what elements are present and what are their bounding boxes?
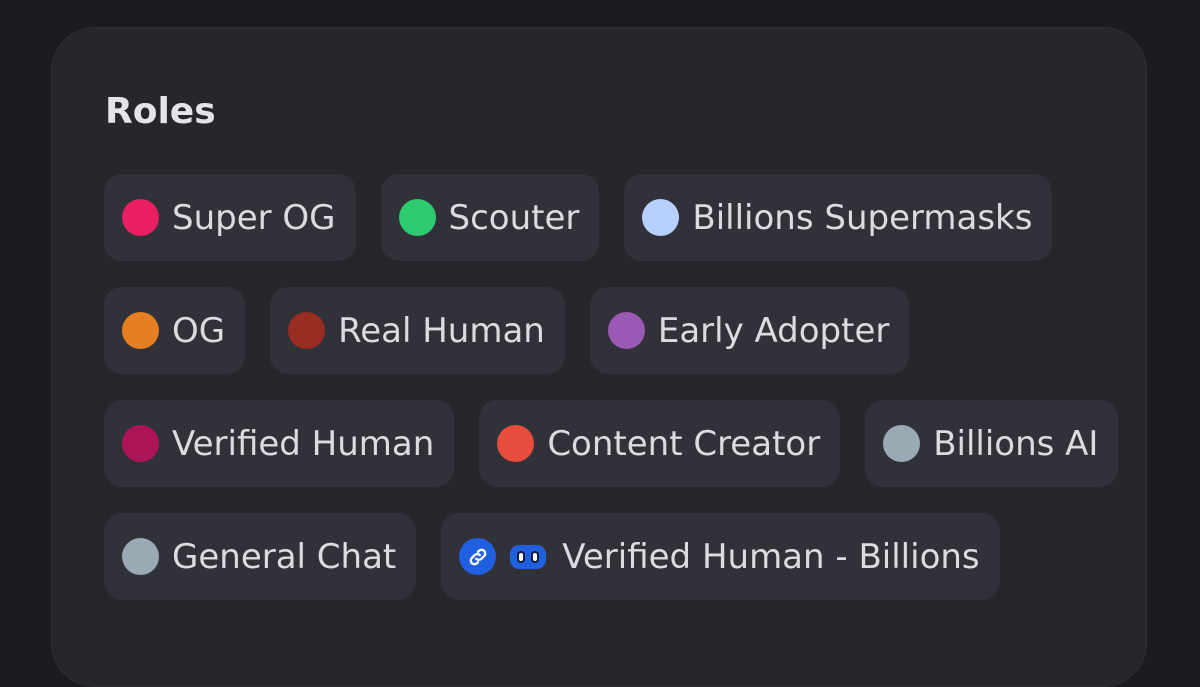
- role-pill-early-adopter[interactable]: Early Adopter: [589, 287, 910, 374]
- role-color-dot: [122, 425, 159, 462]
- role-label: Early Adopter: [657, 310, 890, 351]
- role-color-dot: [398, 199, 436, 236]
- mask-icon: [508, 542, 548, 572]
- role-pill-super-og[interactable]: Super OG: [104, 174, 356, 261]
- role-label: General Chat: [172, 536, 397, 577]
- role-pill-real-human[interactable]: Real Human: [270, 287, 565, 374]
- role-label: Real Human: [338, 310, 545, 351]
- role-label: Content Creator: [547, 423, 821, 464]
- role-pill-billions-supermasks[interactable]: Billions Supermasks: [624, 174, 1053, 261]
- link-icon: [459, 538, 497, 575]
- role-color-dot: [497, 425, 535, 462]
- role-pill-scouter[interactable]: Scouter: [380, 174, 600, 261]
- role-pill-general-chat[interactable]: General Chat: [104, 513, 417, 600]
- role-label: Scouter: [448, 197, 580, 238]
- roles-list: Super OG Scouter Billions Supermasks OG …: [104, 174, 1119, 626]
- role-label: OG: [172, 310, 226, 351]
- role-pill-verified-human-billions[interactable]: Verified Human - Billions: [441, 513, 1000, 600]
- role-color-dot: [122, 312, 159, 349]
- role-color-dot: [288, 312, 326, 349]
- roles-row: General Chat Verified Human - Billions: [104, 513, 1114, 600]
- role-pill-billions-ai[interactable]: Billions AI: [865, 400, 1119, 487]
- role-label: Billions AI: [933, 423, 1099, 464]
- role-label: Billions Supermasks: [692, 197, 1033, 238]
- role-pill-og[interactable]: OG: [104, 287, 246, 374]
- role-pill-verified-human[interactable]: Verified Human: [104, 400, 455, 487]
- role-color-dot: [122, 199, 159, 236]
- role-color-dot: [883, 425, 921, 462]
- role-pill-content-creator[interactable]: Content Creator: [479, 400, 841, 487]
- role-color-dot: [607, 312, 645, 349]
- roles-row: Super OG Scouter Billions Supermasks: [104, 174, 1114, 261]
- role-label: Super OG: [172, 197, 336, 238]
- role-label: Verified Human: [172, 423, 435, 464]
- role-color-dot: [122, 538, 159, 575]
- role-color-dot: [642, 199, 680, 236]
- section-title: Roles: [105, 91, 216, 132]
- roles-row: OG Real Human Early Adopter: [104, 287, 1114, 374]
- roles-row: Verified Human Content Creator Billions …: [104, 400, 1119, 487]
- roles-card: Roles Super OG Scouter Billions Supermas…: [51, 27, 1147, 687]
- role-label: Verified Human - Billions: [562, 536, 980, 577]
